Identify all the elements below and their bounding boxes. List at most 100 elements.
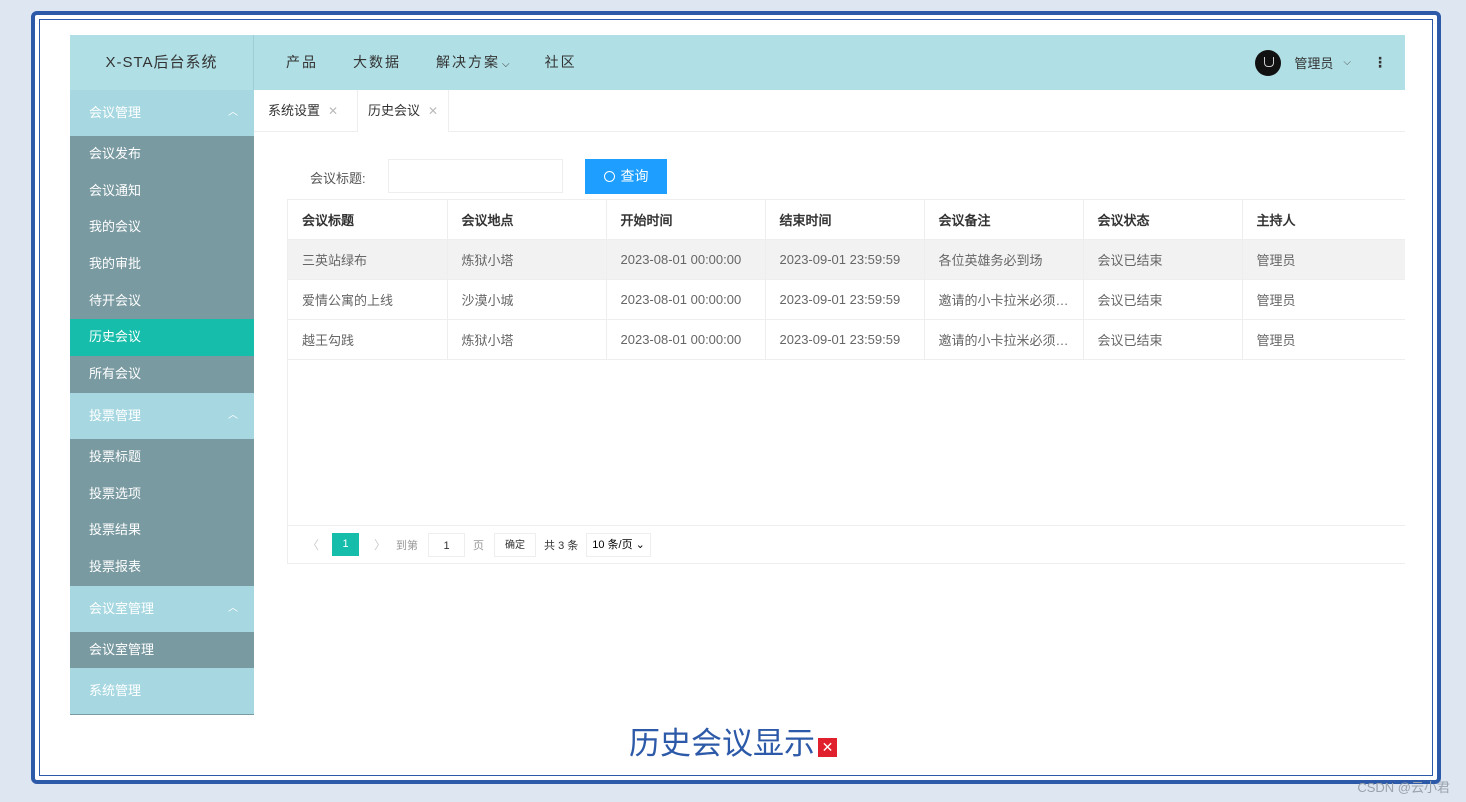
sidebar-group-system[interactable]: 系统管理	[70, 668, 254, 715]
search-icon	[603, 171, 615, 182]
table-cell: 2023-08-01 00:00:00	[606, 319, 766, 360]
table-cell: 邀请的小卡拉米必须…	[924, 279, 1084, 320]
table-cell: 会议已结束	[1083, 279, 1243, 320]
group-label: 投票管理	[89, 407, 142, 423]
user-menu[interactable]: 管理员 ⌵ ⋮	[1255, 35, 1387, 90]
table-cell: 会议已结束	[1083, 239, 1243, 280]
table-cell: 各位英雄务必到场	[924, 239, 1084, 280]
caption-text: 历史会议显示	[629, 726, 815, 761]
nav-item-community[interactable]: 社区	[545, 35, 577, 90]
column-header[interactable]: 会议地点	[447, 200, 607, 240]
table-cell: 2023-08-01 00:00:00	[606, 239, 766, 280]
table-cell: 会议已结束	[1083, 319, 1243, 360]
sidebar-item-notice[interactable]: 会议通知	[70, 173, 254, 210]
table-cell: 管理员	[1242, 279, 1405, 320]
table-cell: 炼狱小塔	[447, 239, 607, 280]
app-logo[interactable]: X-STA后台系统	[70, 35, 254, 90]
top-nav: 产品 大数据 解决方案 ⌵ 社区	[286, 35, 577, 90]
sidebar-group-meeting[interactable]: 会议管理 ︿	[70, 90, 254, 136]
nav-label: 解决方案	[436, 54, 500, 70]
top-header: X-STA后台系统 产品 大数据 解决方案 ⌵ 社区 管理员 ⌵ ⋮	[70, 35, 1405, 90]
chevron-down-icon[interactable]: ⌵	[1343, 57, 1351, 68]
next-page-icon[interactable]: 〉	[374, 536, 386, 553]
sidebar-group-room[interactable]: 会议室管理 ︿	[70, 585, 254, 632]
goto-page-input[interactable]: 1	[428, 532, 466, 557]
table-cell: 三英站绿布	[288, 239, 448, 280]
table-cell: 炼狱小塔	[447, 319, 607, 360]
figure-caption: 历史会议显示 ✕	[0, 718, 1466, 763]
column-header[interactable]: 会议备注	[924, 200, 1084, 240]
sidebar-item-vote-title[interactable]: 投票标题	[70, 439, 254, 476]
goto-label: 到第	[396, 539, 419, 552]
nav-item-solutions[interactable]: 解决方案 ⌵	[436, 35, 510, 90]
sidebar-item-my-approvals[interactable]: 我的审批	[70, 246, 254, 283]
prev-page-icon[interactable]: 〈	[307, 536, 319, 553]
sidebar-group-vote[interactable]: 投票管理 ︿	[70, 392, 254, 439]
avatar[interactable]	[1255, 49, 1282, 76]
table-cell: 爱情公寓的上线	[288, 279, 448, 320]
sidebar-item-vote-results[interactable]: 投票结果	[70, 512, 254, 549]
chevron-up-icon: ︿	[228, 602, 238, 614]
close-mark-icon: ✕	[818, 738, 837, 757]
nav-item-bigdata[interactable]: 大数据	[353, 35, 401, 90]
tab-system-settings[interactable]: 系统设置 ✕	[258, 90, 348, 131]
close-icon[interactable]: ✕	[428, 104, 438, 118]
table-cell: 2023-08-01 00:00:00	[606, 279, 766, 320]
sidebar-item-vote-options[interactable]: 投票选项	[70, 476, 254, 513]
nav-label: 社区	[544, 54, 577, 70]
column-header[interactable]: 结束时间	[765, 200, 925, 240]
table-cell: 管理员	[1242, 239, 1405, 280]
table-row[interactable]: 爱情公寓的上线 沙漠小城 2023-08-01 00:00:00 2023-09…	[288, 279, 1405, 320]
page-size-select[interactable]: 10 条/页 ⌄	[586, 532, 651, 557]
admin-app: X-STA后台系统 产品 大数据 解决方案 ⌵ 社区 管理员 ⌵ ⋮ 会议管理 ︿ …	[70, 35, 1405, 715]
page-unit-label: 页	[473, 539, 485, 552]
table-row[interactable]: 三英站绿布 炼狱小塔 2023-08-01 00:00:00 2023-09-0…	[288, 239, 1405, 280]
table-cell: 沙漠小城	[447, 279, 607, 320]
search-button[interactable]: 查询	[585, 159, 667, 194]
group-label: 会议管理	[89, 105, 142, 120]
table-cell: 越王勾践	[288, 319, 448, 360]
table-cell: 2023-09-01 23:59:59	[765, 279, 925, 320]
goto-confirm-button[interactable]: 确定	[494, 532, 537, 557]
table-cell: 2023-09-01 23:59:59	[765, 239, 925, 280]
column-header[interactable]: 开始时间	[606, 200, 766, 240]
column-header[interactable]: 会议状态	[1083, 200, 1243, 240]
total-count: 共 3 条	[544, 539, 579, 552]
sidebar-item-history[interactable]: 历史会议	[70, 319, 254, 357]
sidebar-item-publish[interactable]: 会议发布	[70, 136, 254, 173]
tab-history[interactable]: 历史会议 ✕	[357, 90, 450, 132]
nav-label: 产品	[286, 54, 318, 70]
sidebar-item-my-meetings[interactable]: 我的会议	[70, 209, 254, 246]
chevron-up-icon: ︿	[228, 409, 238, 421]
table-cell: 管理员	[1242, 319, 1405, 360]
watermark: CSDN @云小君	[1357, 780, 1450, 795]
sidebar: 会议管理 ︿ 会议发布 会议通知 我的会议 我的审批 待开会议 历史会议 所有会议…	[70, 90, 254, 715]
search-input[interactable]	[388, 159, 563, 193]
sidebar-item-all[interactable]: 所有会议	[70, 356, 254, 393]
tab-bar: 系统设置 ✕ 历史会议 ✕	[254, 90, 1405, 132]
table-header-row: 会议标题 会议地点 开始时间 结束时间 会议备注 会议状态 主持人	[288, 200, 1405, 240]
sidebar-item-pending[interactable]: 待开会议	[70, 283, 254, 320]
pagination: 〈 1 〉 到第 1 页 确定 共 3 条 10 条/页 ⌄	[287, 525, 1405, 564]
chevron-down-icon: ⌵	[502, 59, 510, 70]
sidebar-item-vote-report[interactable]: 投票报表	[70, 549, 254, 586]
chevron-up-icon: ︿	[228, 107, 238, 118]
nav-label: 大数据	[353, 54, 401, 70]
column-header[interactable]: 主持人	[1242, 200, 1405, 240]
search-label: 会议标题:	[310, 171, 366, 186]
table-cell: 邀请的小卡拉米必须…	[924, 319, 1084, 360]
user-name[interactable]: 管理员	[1294, 53, 1333, 72]
tab-label: 系统设置	[268, 103, 321, 118]
column-header[interactable]: 会议标题	[288, 200, 448, 240]
sidebar-item-room-manage[interactable]: 会议室管理	[70, 632, 254, 669]
tab-label: 历史会议	[368, 103, 421, 118]
meeting-table: 会议标题 会议地点 开始时间 结束时间 会议备注 会议状态 主持人 三英站绿布 …	[287, 199, 1405, 563]
group-label: 会议室管理	[89, 600, 155, 616]
close-icon[interactable]: ✕	[328, 104, 338, 118]
group-label: 系统管理	[89, 683, 142, 699]
table-row[interactable]: 越王勾践 炼狱小塔 2023-08-01 00:00:00 2023-09-01…	[288, 319, 1405, 360]
search-button-label: 查询	[620, 168, 649, 184]
nav-item-product[interactable]: 产品	[286, 35, 318, 90]
page-number-current[interactable]: 1	[332, 533, 360, 556]
more-vertical-icon[interactable]: ⋮	[1373, 54, 1387, 71]
